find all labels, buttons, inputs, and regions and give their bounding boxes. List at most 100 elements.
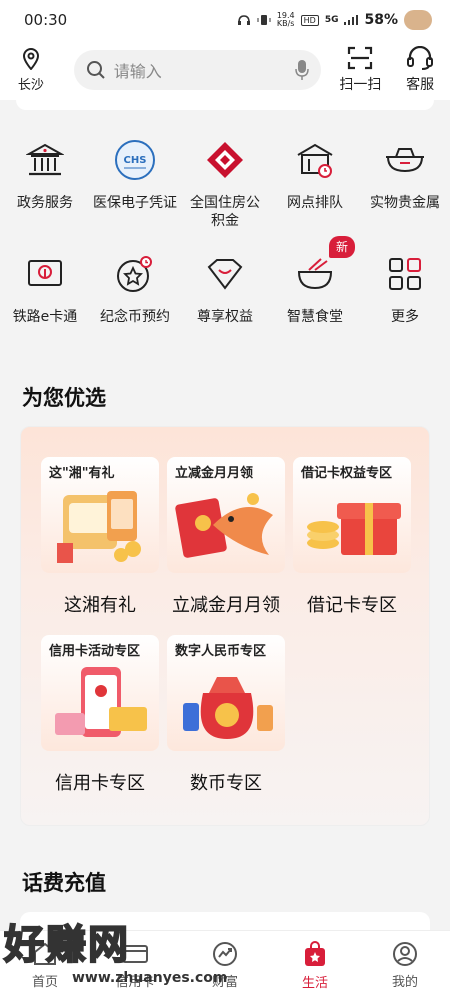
service-label: 客服	[406, 77, 435, 93]
service-label: 实物贵金属	[370, 195, 440, 211]
service-medical-insurance[interactable]: CHS 医保电子凭证	[90, 138, 180, 252]
service-privilege[interactable]: 尊享权益	[180, 252, 270, 366]
coin-icon	[113, 252, 157, 296]
branch-queue-icon	[293, 138, 337, 182]
recommend-title: 为您优选	[22, 386, 106, 410]
treasure-box-illustration	[307, 503, 401, 555]
red-envelope-fish-illustration	[175, 493, 273, 558]
scan-label: 扫一扫	[339, 77, 382, 93]
service-label: 更多	[391, 309, 419, 325]
service-coin[interactable]: 纪念币预约	[90, 252, 180, 366]
promo-image: 这"湘"有礼	[41, 457, 159, 573]
signal-icon	[344, 15, 359, 25]
recommend-item-credit[interactable]: 信用卡活动专区 信用卡专区	[41, 635, 159, 795]
profile-icon	[393, 942, 417, 966]
search-placeholder: 请输入	[113, 62, 162, 81]
home-icon	[34, 942, 56, 965]
gift-phone-illustration	[57, 491, 141, 563]
recommend-item-discount[interactable]: 立减金月月领 立减金月月领	[167, 457, 285, 617]
nav-label: 首页	[31, 975, 58, 990]
new-badge: 新	[328, 236, 355, 258]
status-bar: 00:30 19.4 KB/s HD 5G 58%	[0, 0, 450, 40]
service-more[interactable]: 更多	[360, 252, 450, 366]
service-government[interactable]: 政务服务	[0, 138, 90, 252]
service-label: 纪念币预约	[100, 309, 170, 325]
life-bag-icon	[305, 941, 325, 966]
nav-label: 财富	[211, 975, 238, 990]
microphone-icon[interactable]	[294, 59, 309, 81]
recommend-item-debit[interactable]: 借记卡权益专区 借记卡专区	[293, 457, 411, 617]
location-selector[interactable]: 长沙	[0, 47, 62, 93]
nav-label: 生活	[301, 976, 328, 991]
service-label: 尊享权益	[197, 309, 253, 325]
services-row-2: 铁路e卡通 纪念币预约 尊享权益 新 智慧食堂 更多	[0, 236, 450, 366]
government-icon	[23, 138, 67, 182]
service-housing-fund[interactable]: 全国住房公积金	[180, 138, 270, 252]
service-precious-metal[interactable]: 实物贵金属	[360, 138, 450, 252]
topup-title: 话费充值	[22, 871, 106, 895]
headphones-icon	[237, 15, 250, 25]
avatar	[404, 10, 432, 30]
service-label: 铁路e卡通	[12, 309, 78, 325]
promo-image: 借记卡权益专区	[293, 457, 411, 573]
nav-life[interactable]: 生活	[270, 931, 360, 1000]
housing-fund-icon	[203, 138, 247, 182]
service-railway[interactable]: 铁路e卡通	[0, 252, 90, 366]
service-label: 网点排队	[287, 195, 343, 211]
headset-icon	[407, 46, 434, 70]
status-icons: 19.4 KB/s HD 5G 58%	[237, 10, 432, 30]
search-icon	[86, 61, 105, 79]
promo-tag: 立减金月月领	[175, 466, 254, 481]
scan-button[interactable]: 扫一扫	[331, 46, 391, 94]
chs-icon: CHS	[113, 138, 157, 182]
recommend-label: 数币专区	[190, 773, 262, 794]
bottom-nav: 首页 信用卡 财富 生活 我的	[0, 930, 450, 1000]
bowl-icon: 新	[293, 236, 355, 296]
nav-wealth[interactable]: 财富	[180, 931, 270, 1000]
gold-ingot-icon	[383, 138, 427, 182]
promo-image: 信用卡活动专区	[41, 635, 159, 751]
more-grid-icon	[383, 252, 427, 296]
wealth-icon	[213, 942, 237, 966]
network-unit: KB/s	[276, 19, 295, 28]
nav-label: 信用卡	[115, 975, 155, 990]
nav-credit-card[interactable]: 信用卡	[90, 931, 180, 1000]
promo-tag: 信用卡活动专区	[49, 644, 141, 659]
nav-profile[interactable]: 我的	[360, 931, 450, 1000]
service-label: 全国住房公积金	[190, 195, 260, 229]
scan-icon	[348, 46, 373, 70]
recommend-panel: 这"湘"有礼 这湘有礼 立减金月月领 立减金月月领 借记卡权益专区 借记卡专区 …	[20, 426, 430, 826]
promo-tag: 借记卡权益专区	[301, 466, 393, 481]
service-canteen[interactable]: 新 智慧食堂	[270, 236, 360, 366]
customer-service-button[interactable]: 客服	[390, 46, 450, 94]
service-label: 政务服务	[17, 195, 73, 211]
credit-card-icon	[122, 945, 148, 963]
location-pin-icon	[22, 47, 39, 70]
recommend-label: 借记卡专区	[307, 595, 397, 616]
service-label: 医保电子凭证	[93, 195, 177, 211]
nav-label: 我的	[391, 975, 418, 990]
service-branch-queue[interactable]: 网点排队	[270, 138, 360, 252]
hd-badge: HD	[300, 14, 319, 26]
service-label: 智慧食堂	[287, 309, 343, 325]
promo-image: 立减金月月领	[167, 457, 285, 573]
signal-label: 5G	[324, 15, 339, 25]
recommend-label: 立减金月月领	[172, 595, 280, 616]
recommend-item-xiang[interactable]: 这"湘"有礼 这湘有礼	[41, 457, 159, 617]
svg-text:CHS: CHS	[124, 155, 147, 166]
location-label: 长沙	[17, 77, 44, 93]
nav-home[interactable]: 首页	[0, 931, 90, 1000]
header: 长沙 请输入 扫一扫 客服	[0, 40, 450, 100]
status-time: 00:30	[24, 11, 68, 29]
promo-image: 数字人民币专区	[167, 635, 285, 751]
recommend-label: 信用卡专区	[55, 773, 145, 794]
recommend-label: 这湘有礼	[64, 595, 136, 616]
search-input[interactable]: 请输入	[73, 50, 321, 90]
promo-tag: 数字人民币专区	[175, 644, 267, 659]
recommend-item-ecny[interactable]: 数字人民币专区 数币专区	[167, 635, 285, 795]
diamond-icon	[203, 252, 247, 296]
battery-level: 58%	[364, 12, 398, 28]
services-grid: 政务服务 CHS 医保电子凭证 全国住房公积金 网点排队 实物贵金属 铁路e卡通…	[0, 138, 450, 366]
top-card	[16, 100, 434, 110]
services-row-1: 政务服务 CHS 医保电子凭证 全国住房公积金 网点排队 实物贵金属	[0, 138, 450, 252]
